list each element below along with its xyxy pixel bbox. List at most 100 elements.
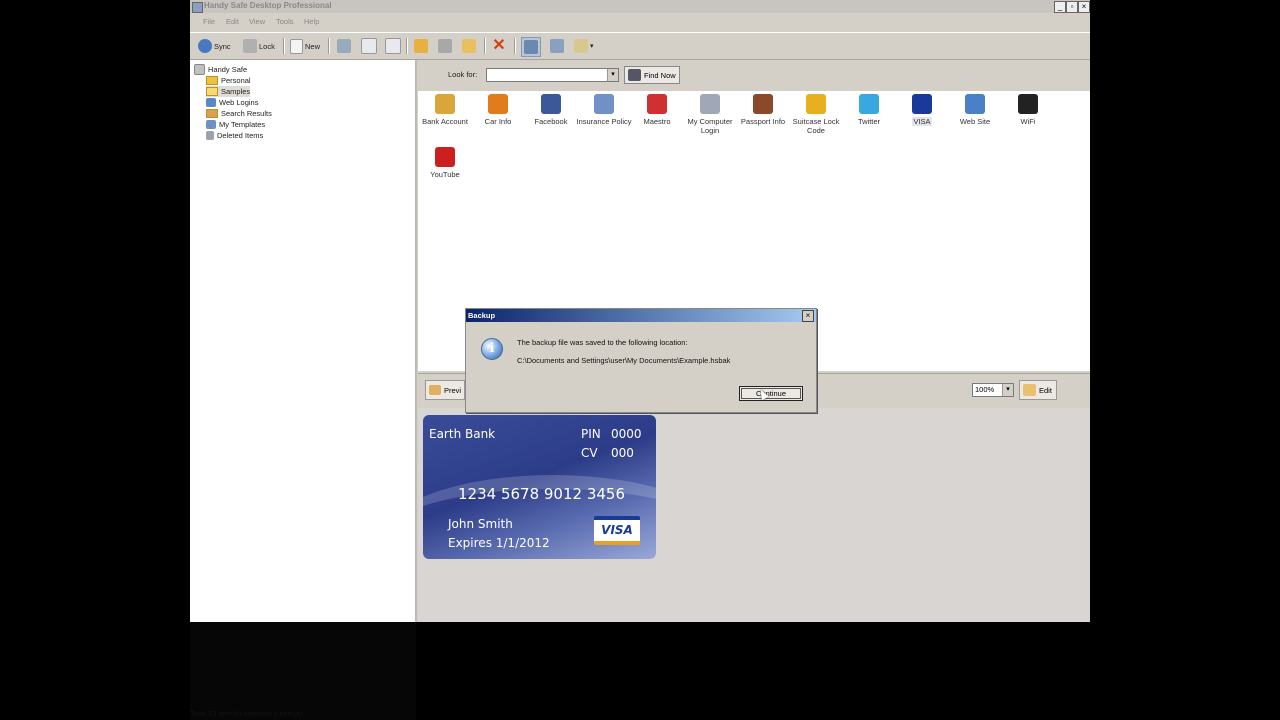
sync-icon [198,39,212,53]
app-icon [192,2,203,13]
search-icon [524,40,538,54]
twitter-icon [859,94,879,114]
zoom-select[interactable]: 100% ▾ [972,383,1014,397]
preview-button[interactable]: Previ [425,380,465,400]
window-title: Handy Safe Desktop Professional [204,1,332,10]
dropdown-arrow-icon[interactable]: ▾ [607,69,618,81]
printer-icon [438,39,452,53]
binoculars-icon [628,69,641,81]
insurance-icon [594,94,614,114]
menu-help[interactable]: Help [304,17,319,26]
dialog-title-bar: Backup × [466,309,816,322]
chevron-down-icon[interactable]: ▾ [1002,384,1013,396]
screen-letterbox: Total 13 item(s) selected 1 item(s) [0,622,1280,720]
copy-button[interactable] [361,37,377,55]
close-button[interactable]: × [1078,1,1090,13]
dialog-file-path: C:\Documents and Settings\user\My Docume… [517,356,731,365]
grid-item-label: My Computer Login [687,117,733,135]
card-bank-name: Earth Bank [429,427,496,441]
grid-item-label: WiFi [1020,117,1036,126]
status-bar-text: Total 13 item(s) selected 1 item(s) [190,709,303,718]
tree-item-my-templates[interactable]: My Templates [206,119,265,130]
tree-item-label: Personal [221,76,251,85]
lock-button[interactable]: Lock [243,37,275,55]
grid-item[interactable]: Bank Account [417,94,473,126]
passport-icon [753,94,773,114]
sync-button[interactable]: Sync [198,37,231,55]
sync-label: Sync [214,41,231,51]
card-pin-value: 0000 [611,427,642,441]
menu-tools[interactable]: Tools [276,17,294,26]
delete-button[interactable]: ✕ [492,37,506,55]
grid-item-label: Twitter [857,117,881,126]
tree-item-deleted-items[interactable]: Deleted Items [206,130,263,141]
restore-button[interactable]: ▫ [1066,1,1078,13]
find-now-button[interactable]: Find Now [624,66,680,84]
safe-icon [194,64,205,75]
minimize-button[interactable]: _ [1054,1,1066,13]
grid-item[interactable]: My Computer Login [682,94,738,135]
visa-icon [912,94,932,114]
globe-icon [965,94,985,114]
grid-item[interactable]: Insurance Policy [576,94,632,126]
grid-item-label: Maestro [643,117,671,126]
toolbar-separator [514,38,516,54]
tree-item-search-results[interactable]: Search Results [206,108,272,119]
grid-item-label: Web Site [959,117,991,126]
grid-item[interactable]: YouTube [417,147,473,179]
grid-item[interactable]: Maestro [629,94,685,126]
bank-icon [435,94,455,114]
paste-button[interactable] [385,37,401,55]
grid-item[interactable]: Web Site [947,94,1003,126]
facebook-icon [541,94,561,114]
youtube-icon [435,147,455,167]
grid-item[interactable]: Passport Info [735,94,791,126]
search-toggle-button[interactable] [521,37,541,57]
padlock-icon [806,94,826,114]
grid-item[interactable]: Suitcase Lock Code [788,94,844,135]
card-cv-label: CV [581,446,598,460]
tree-item-personal[interactable]: Personal [206,75,251,86]
grid-item[interactable]: Twitter [841,94,897,126]
tree-root[interactable]: Handy Safe [194,64,247,75]
tree-item-label: Deleted Items [217,131,264,140]
find-now-label: Find Now [644,70,676,80]
menu-edit[interactable]: Edit [226,17,239,26]
look-for-combobox[interactable]: ▾ [486,68,619,82]
lock-label: Lock [259,41,275,51]
grid-item[interactable]: Car Info [470,94,526,126]
trash-icon [206,131,214,140]
cut-button[interactable] [337,37,351,55]
folder-icon [206,76,218,85]
email-button[interactable] [414,37,428,55]
edit-button[interactable]: Edit [1019,380,1057,400]
grid-item[interactable]: Facebook [523,94,579,126]
cut-icon [337,39,351,53]
tree-item-web-logins[interactable]: Web Logins [206,97,258,108]
grid-item-label: YouTube [430,170,460,179]
title-bar: Handy Safe Desktop Professional _ ▫ × [190,0,1090,13]
delete-x-icon: ✕ [492,37,506,54]
grid-item[interactable]: VISA [894,94,950,126]
grid-item-label: Bank Account [422,117,468,126]
wifi-icon [1018,94,1038,114]
continue-button[interactable]: Continue [739,386,803,401]
menu-file[interactable]: File [203,17,215,26]
menu-view[interactable]: View [249,17,265,26]
new-button[interactable]: New [290,37,320,55]
card-holder: John Smith [448,517,513,531]
search-bar: Look for: ▾ Find Now [418,62,1090,90]
toolbar-separator [328,38,330,54]
tree-item-samples[interactable]: Samples [206,86,251,97]
view-button[interactable] [550,37,564,55]
options-button[interactable]: ▾ [574,37,594,55]
dialog-close-button[interactable]: × [802,310,814,322]
print-button[interactable] [438,37,452,55]
grid-item[interactable]: WiFi [1000,94,1056,126]
export-button[interactable] [462,37,476,55]
grid-item-label: Facebook [534,117,568,126]
preview-icon [429,385,441,395]
new-document-icon [290,38,303,54]
card-number: 1234 5678 9012 3456 [458,485,625,503]
templates-icon [206,120,216,129]
